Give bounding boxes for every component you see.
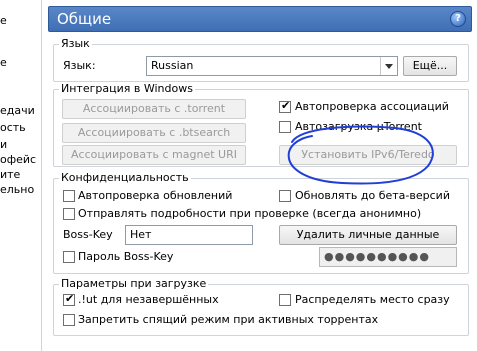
annotation-circle bbox=[287, 125, 434, 185]
